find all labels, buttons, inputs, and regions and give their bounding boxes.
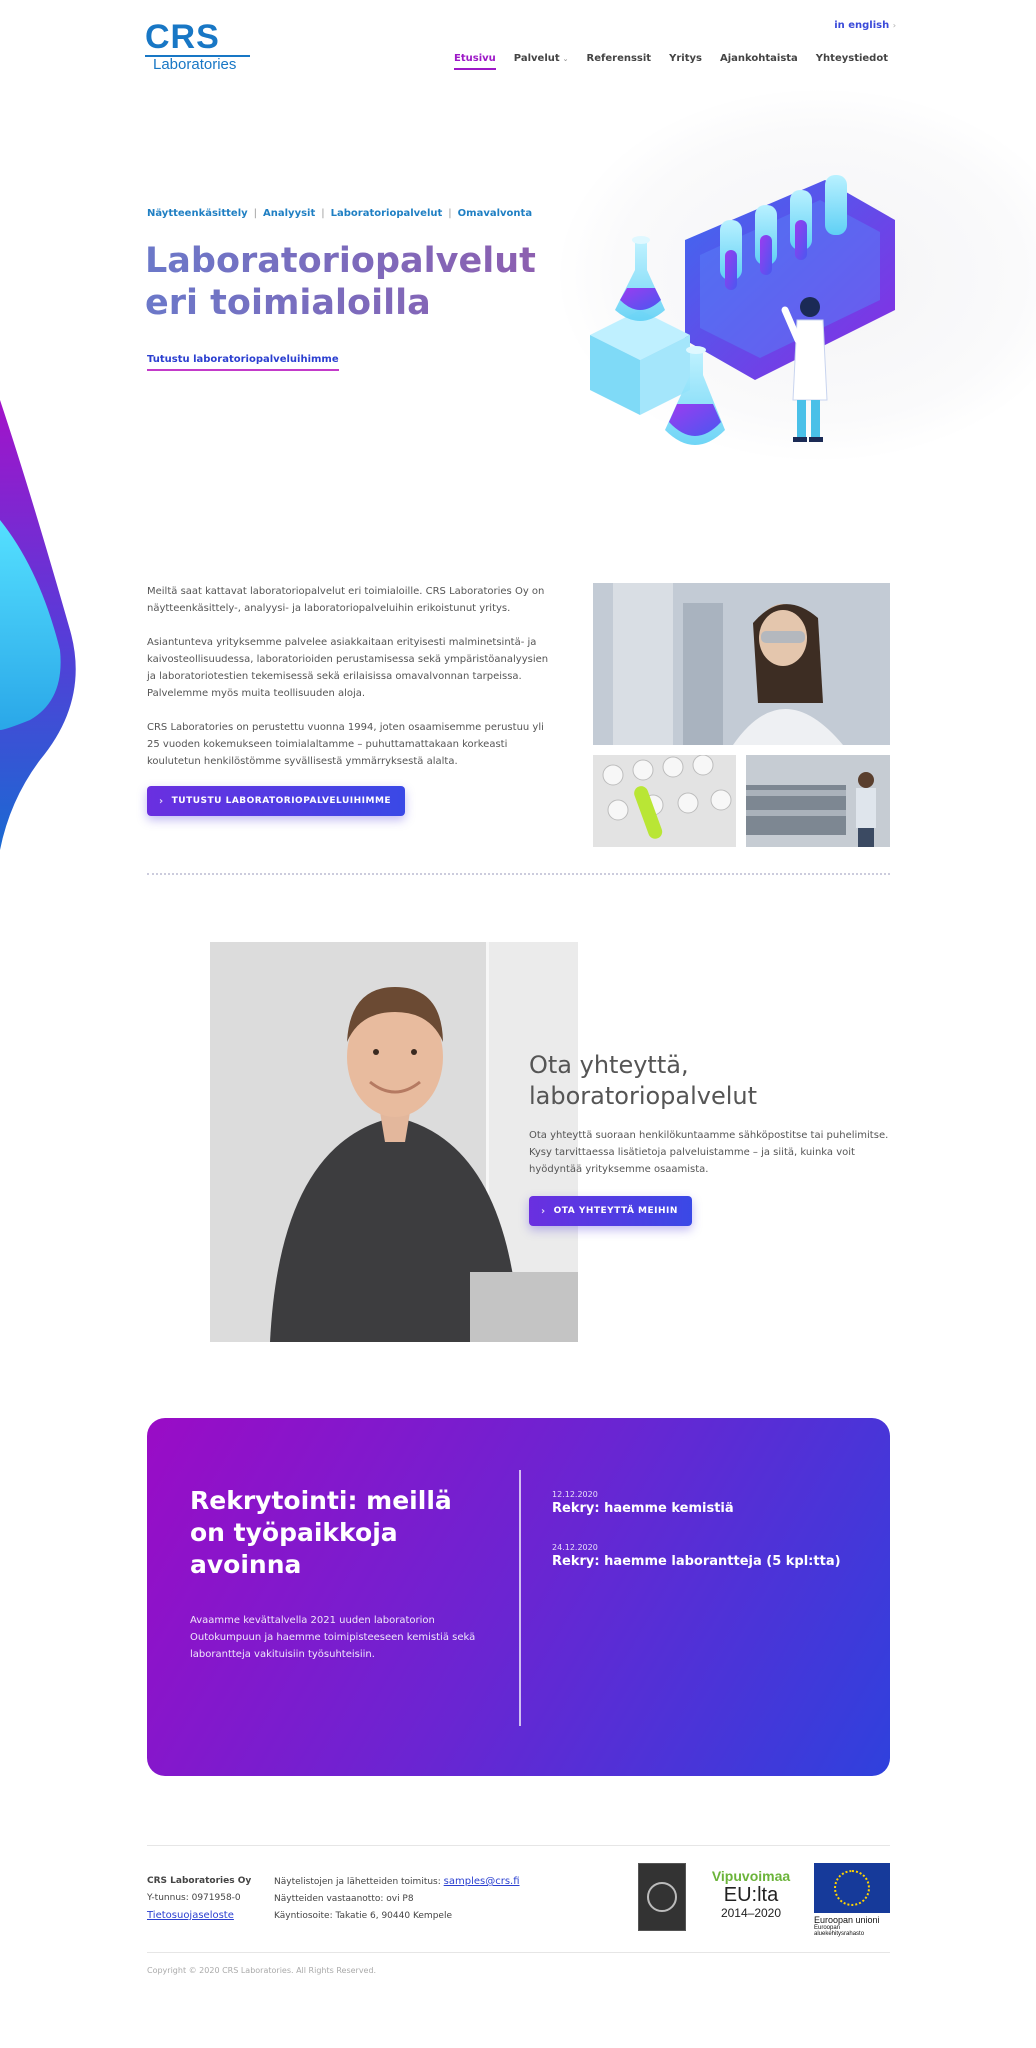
eu-subtitle: Euroopan aluekehitysrahasto xyxy=(814,1925,865,1937)
nav-item-yhteystiedot[interactable]: Yhteystiedot xyxy=(816,53,888,70)
photo-lab-worker-drawing xyxy=(746,755,890,847)
eu-title: Euroopan unioni xyxy=(814,1915,880,1925)
nav-item-label: Yritys xyxy=(669,53,702,64)
vipuvoimaa-eu-logo: Vipuvoimaa EU:lta 2014–2020 xyxy=(710,1868,792,1926)
vipuvoimaa-text: Vipuvoimaa xyxy=(711,1868,791,1884)
news-title: Rekry: haemme laborantteja (5 kpl:tta) xyxy=(552,1554,841,1569)
nav-item-label: Yhteystiedot xyxy=(815,53,888,64)
footer-business-id: Y-tunnus: 0971958-0 xyxy=(147,1893,241,1903)
news-item[interactable]: 24.12.2020 Rekry: haemme laborantteja (5… xyxy=(552,1543,872,1569)
nav-item-label: Etusivu xyxy=(454,53,496,64)
intro-paragraph-1: Meiltä saat kattavat laboratoriopalvelut… xyxy=(147,586,545,614)
hero-title-line1: Laboratoriopalvelut xyxy=(145,241,536,281)
contact-title-line2: laboratoriopalvelut xyxy=(529,1082,758,1110)
photo-lab-scientist-drawing xyxy=(593,583,890,745)
footer-address: Käyntiosoite: Takatie 6, 90440 Kempele xyxy=(274,1911,452,1921)
crs-logo[interactable]: CRS Laboratories xyxy=(145,18,255,73)
chevron-down-icon: ⌄ xyxy=(562,55,569,63)
eu-stars-icon xyxy=(834,1870,870,1906)
footer-samples-label: Näytelistojen ja lähetteiden toimitus: xyxy=(274,1877,441,1887)
nav-item-palvelut[interactable]: Palvelut ⌄ xyxy=(514,53,569,70)
photo-test-tubes-drawing xyxy=(593,755,736,847)
separator: | xyxy=(253,208,258,219)
footer-bottom-divider xyxy=(147,1952,890,1953)
contact-text: Ota yhteyttä suoraan henkilökuntaamme sä… xyxy=(529,1130,889,1175)
logo-main-text: CRS xyxy=(145,18,220,56)
eu-flag-icon xyxy=(814,1863,890,1913)
service-link-nayttenkasittely[interactable]: Näytteenkäsittely xyxy=(147,208,248,219)
eu-flag-logo: Euroopan unioni Euroopan aluekehitysraha… xyxy=(814,1863,890,1937)
chevron-right-icon: › xyxy=(159,795,164,807)
footer-company-info: CRS Laboratories Oy Y-tunnus: 0971958-0 … xyxy=(147,1873,251,1924)
news-title: Rekry: haemme kemistiä xyxy=(552,1501,734,1516)
nav-item-label: Palvelut xyxy=(513,53,560,64)
intro-paragraph-2: Asiantunteva yrityksemme palvelee asiakk… xyxy=(147,637,549,699)
language-link[interactable]: in english › xyxy=(834,20,896,31)
nav-item-yritys[interactable]: Yritys xyxy=(669,53,702,70)
news-date: 12.12.2020 xyxy=(552,1490,598,1499)
explore-services-button[interactable]: › TUTUSTU LABORATORIOPALVELUIHIMME xyxy=(147,786,406,816)
nav-item-referenssit[interactable]: Referenssit xyxy=(587,53,652,70)
recruitment-title: Rekrytointi: meillä on työpaikkoja avoin… xyxy=(190,1486,452,1579)
nav-item-label: Referenssit xyxy=(586,53,652,64)
nav-item-ajankohtaista[interactable]: Ajankohtaista xyxy=(720,53,798,70)
contact-us-button-label: OTA YHTEYTTÄ MEIHIN xyxy=(553,1206,678,1216)
hero-title: Laboratoriopalvelut eri toimialoilla xyxy=(145,240,565,324)
copyright: Copyright © 2020 CRS Laboratories. All R… xyxy=(147,1966,377,1975)
hero-services-link[interactable]: Tutustu laboratoriopalveluihimme xyxy=(147,354,339,371)
logo-sub-text: Laboratories xyxy=(145,55,250,73)
intro-paragraph-3: CRS Laboratories on perustettu vuonna 19… xyxy=(147,722,544,767)
eulta-text: EU:lta xyxy=(723,1884,779,1906)
contact-title: Ota yhteyttä, laboratoriopalvelut xyxy=(529,1050,869,1112)
footer-company-name: CRS Laboratories Oy xyxy=(147,1876,252,1886)
service-links: Näytteenkäsittely | Analyysit | Laborato… xyxy=(147,208,532,219)
recruitment-text: Avaamme kevättalvella 2021 uuden laborat… xyxy=(190,1615,476,1660)
section-divider xyxy=(147,873,890,875)
service-link-analyysit[interactable]: Analyysit xyxy=(263,208,315,219)
photo-test-tubes xyxy=(593,755,736,847)
chevron-right-icon: › xyxy=(892,21,896,30)
service-link-omavalvonta[interactable]: Omavalvonta xyxy=(458,208,532,219)
news-date: 24.12.2020 xyxy=(552,1543,598,1552)
period-text: 2014–2020 xyxy=(720,1906,782,1920)
explore-services-button-label: TUTUSTU LABORATORIOPALVELUIHIMME xyxy=(171,796,392,806)
news-item[interactable]: 12.12.2020 Rekry: haemme kemistiä xyxy=(552,1490,872,1516)
nav-item-label: Ajankohtaista xyxy=(719,53,798,64)
lab-illustration xyxy=(590,175,895,445)
photo-lab-worker xyxy=(746,755,890,847)
hero-title-line2: eri toimialoilla xyxy=(145,283,431,323)
privacy-policy-link[interactable]: Tietosuojaseloste xyxy=(147,1907,251,1924)
main-navigation: Etusivu Palvelut ⌄ Referenssit Yritys Aja… xyxy=(454,53,888,70)
separator: | xyxy=(448,208,452,219)
separator: | xyxy=(321,208,325,219)
certificate-seal-icon xyxy=(647,1882,677,1912)
service-link-laboratoriopalvelut[interactable]: Laboratoriopalvelut xyxy=(331,208,443,219)
samples-email-link[interactable]: samples@crs.fi xyxy=(444,1876,520,1887)
language-link-label: in english xyxy=(834,20,890,31)
intro-text: Meiltä saat kattavat laboratoriopalvelut… xyxy=(147,583,557,787)
contact-title-line1: Ota yhteyttä, xyxy=(529,1051,689,1079)
certificate-badge xyxy=(638,1863,686,1931)
contact-us-button[interactable]: › OTA YHTEYTTÄ MEIHIN xyxy=(529,1196,692,1226)
chevron-right-icon: › xyxy=(541,1205,546,1217)
recruitment-divider xyxy=(519,1470,521,1726)
photo-contact-person xyxy=(210,942,578,1342)
footer-top-divider xyxy=(147,1845,890,1846)
photo-contact-person-drawing xyxy=(210,942,578,1342)
footer-samples-row: Näytelistojen ja lähetteiden toimitus: s… xyxy=(274,1873,520,1891)
footer-contact-info: Näytelistojen ja lähetteiden toimitus: s… xyxy=(274,1873,520,1925)
footer-samples-receive: Näytteiden vastaanotto: ovi P8 xyxy=(274,1894,414,1904)
decorative-blob xyxy=(0,400,76,850)
photo-lab-scientist xyxy=(593,583,890,745)
nav-item-etusivu[interactable]: Etusivu xyxy=(454,53,496,70)
